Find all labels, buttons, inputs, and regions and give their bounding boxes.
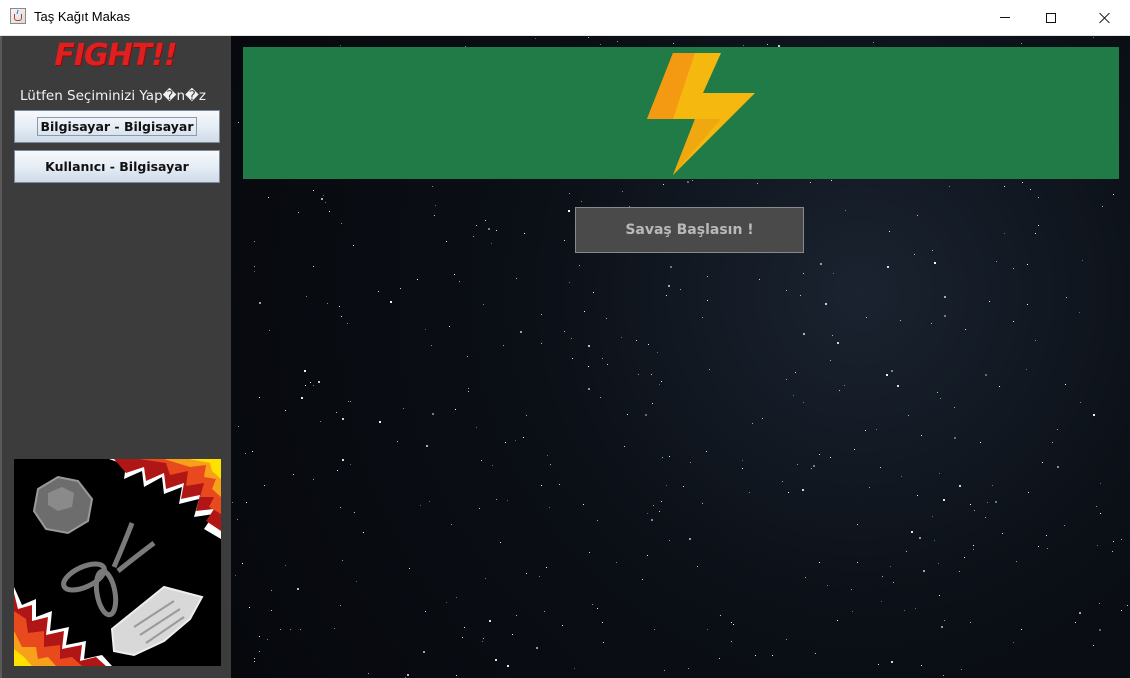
title-bar: Taş Kağıt Makas [0, 0, 1130, 36]
sidebar: FIGHT!! Lütfen Seçiminizi Yap�n�z Bilgis… [0, 36, 231, 678]
main-area: Savaş Başlasın ! [231, 36, 1130, 678]
app-window: Taş Kağıt Makas FIGHT!! Lütfen Seçiminiz… [0, 0, 1130, 678]
window-title: Taş Kağıt Makas [34, 9, 131, 24]
lightning-bolt-icon [647, 53, 755, 175]
minimize-icon [1000, 17, 1010, 18]
maximize-icon [1046, 12, 1056, 23]
banner [243, 47, 1119, 179]
maximize-button[interactable] [1028, 0, 1074, 35]
computer-vs-computer-button[interactable]: Bilgisayar - Bilgisayar [14, 110, 220, 143]
start-battle-button[interactable]: Savaş Başlasın ! [575, 207, 804, 253]
fight-heading: FIGHT!! [54, 38, 177, 73]
user-vs-computer-button[interactable]: Kullanıcı - Bilgisayar [14, 150, 220, 183]
rock-scissors-paper-icon [14, 459, 221, 666]
close-button[interactable] [1082, 0, 1128, 35]
selection-prompt: Lütfen Seçiminizi Yap�n�z [20, 88, 206, 104]
user-vs-computer-label: Kullanıcı - Bilgisayar [45, 159, 189, 174]
close-icon [1099, 12, 1111, 24]
java-app-icon [10, 8, 26, 24]
minimize-button[interactable] [982, 0, 1028, 35]
computer-vs-computer-label: Bilgisayar - Bilgisayar [37, 117, 197, 136]
